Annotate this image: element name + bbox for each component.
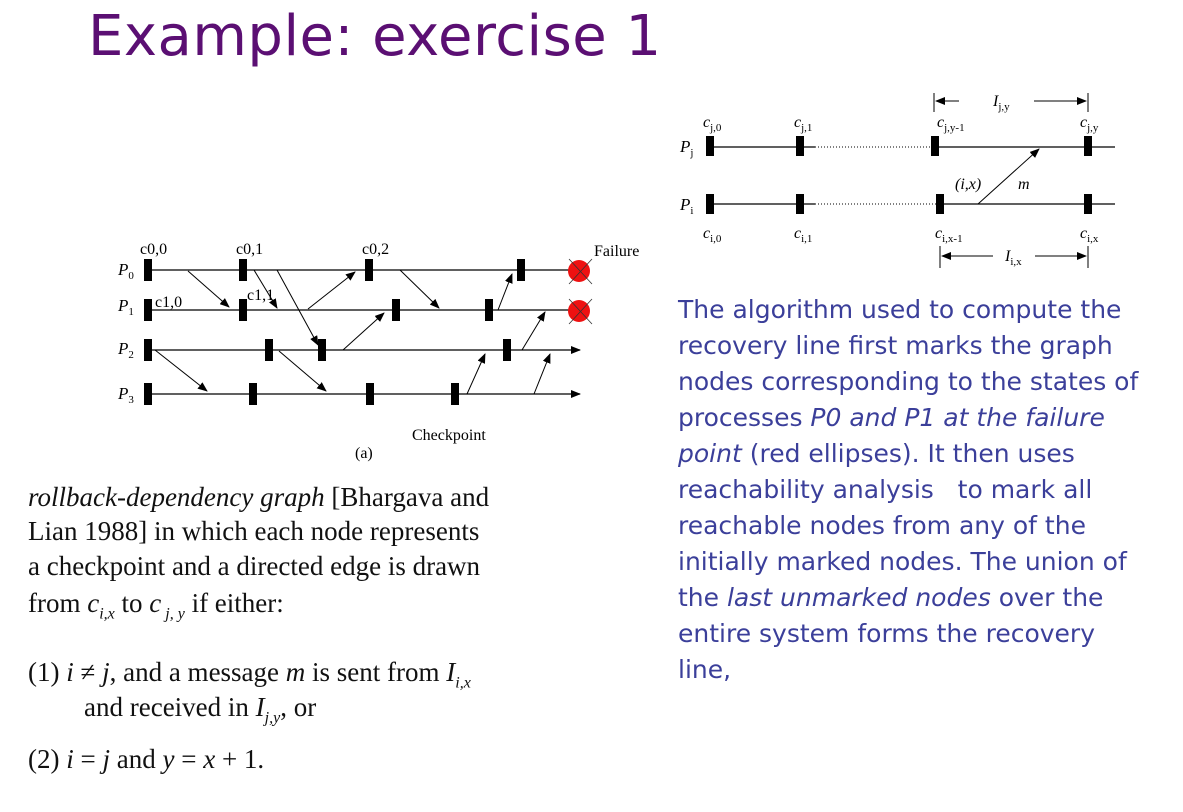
- checkpoint-p0-4: [517, 259, 525, 281]
- process-label-pi: Pi: [679, 195, 693, 217]
- checkpoint-cjy1: [931, 136, 939, 156]
- algorithm-description: The algorithm used to compute the recove…: [678, 292, 1178, 688]
- checkpoint-p2-4: [503, 339, 511, 361]
- message-m-arrow: [977, 148, 1040, 205]
- message-arrow: [497, 273, 513, 311]
- checkpoint-p2-3: [318, 339, 326, 361]
- definition-line-1: rollback-dependency graph [Bhargava and: [28, 482, 490, 512]
- interval-top-label: Ij,y: [992, 93, 1010, 113]
- checkpoint-p2-1: [144, 339, 152, 361]
- checkpoint-p3-3: [366, 383, 374, 405]
- message-arrow: [399, 269, 440, 309]
- checkpoint-p1-3: [392, 299, 400, 321]
- algo-line: point (red ellipses). It then uses: [678, 439, 1075, 468]
- interval-bottom-label: Ii,x: [1004, 248, 1022, 268]
- diagram-a-caption: (a): [355, 445, 373, 462]
- label-cjy1: cj,y-1: [937, 114, 965, 134]
- checkpoint-c10: [144, 299, 152, 321]
- process-label-pj: Pj: [679, 137, 693, 159]
- checkpoint-p3-1: [144, 383, 152, 405]
- label-c01: c0,1: [236, 241, 263, 258]
- algo-line: The algorithm used to compute the: [678, 295, 1122, 324]
- message-ix-label: (i,x): [955, 176, 981, 193]
- diagram-b: Ij,y cj,0 cj,1 cj,y-1 cj,y Pj (i,x) m Pi…: [679, 93, 1115, 268]
- message-arrow: [187, 270, 230, 308]
- definition-line-3: a checkpoint and a directed edge is draw…: [28, 551, 481, 581]
- message-arrow: [533, 353, 551, 395]
- message-arrow: [342, 312, 385, 351]
- label-cj1: cj,1: [794, 114, 812, 134]
- checkpoint-c02: [365, 259, 373, 281]
- algo-line: line,: [678, 655, 732, 684]
- label-ci0: ci,0: [703, 225, 722, 245]
- label-c02: c0,2: [362, 241, 389, 258]
- algo-line: initially marked nodes. The union of: [678, 547, 1127, 576]
- slide-title: Example: exercise 1: [88, 4, 662, 69]
- message-arrow: [521, 311, 546, 351]
- checkpoint-cix1: [936, 194, 944, 214]
- algo-line: the last unmarked nodes over the: [678, 583, 1104, 612]
- process-label-p0: P0: [117, 260, 134, 282]
- process-label-p2: P2: [117, 339, 134, 361]
- checkpoint-cj0: [706, 136, 714, 156]
- checkpoint-ci1: [796, 194, 804, 214]
- message-arrow: [307, 271, 356, 310]
- failure-label: Failure: [594, 243, 639, 260]
- condition-1-cont: and received in Ij,y, or: [84, 692, 317, 727]
- definition-line-2: Lian 1988] in which each node represents: [28, 516, 480, 546]
- algo-line: reachable nodes from any of the: [678, 511, 1086, 540]
- label-cjy: cj,y: [1080, 114, 1099, 134]
- message-arrow: [466, 353, 486, 395]
- algo-line: processes P0 and P1 at the failure: [678, 403, 1105, 432]
- checkpoint-p3-2: [249, 383, 257, 405]
- condition-2: (2) i = j and y = x + 1.: [28, 744, 265, 774]
- checkpoint-ci0: [706, 194, 714, 214]
- checkpoint-cj1: [796, 136, 804, 156]
- message-m-label: m: [1018, 176, 1030, 193]
- definition-line-4: from ci,x to c j, y if either:: [28, 588, 284, 623]
- algo-line: recovery line first marks the graph: [678, 331, 1113, 360]
- label-c10: c1,0: [155, 294, 182, 311]
- checkpoint-p1-4: [485, 299, 493, 321]
- label-cix: ci,x: [1080, 225, 1099, 245]
- checkpoint-p2-2: [265, 339, 273, 361]
- label-c00: c0,0: [140, 241, 167, 258]
- algo-line: entire system forms the recovery: [678, 619, 1095, 648]
- label-c11: c1,1: [247, 287, 274, 304]
- checkpoint-caption: Checkpoint: [412, 427, 486, 444]
- checkpoint-c11: [239, 299, 247, 321]
- message-arrow: [154, 349, 208, 392]
- process-label-p1: P1: [117, 296, 134, 318]
- label-cj0: cj,0: [703, 114, 722, 134]
- algo-line: reachability analysis to mark all: [678, 475, 1093, 504]
- checkpoint-cjy: [1084, 136, 1092, 156]
- message-arrow: [276, 269, 319, 346]
- label-ci1: ci,1: [794, 225, 812, 245]
- process-label-p3: P3: [117, 384, 134, 406]
- checkpoint-c01: [239, 259, 247, 281]
- checkpoint-c00: [144, 259, 152, 281]
- diagram-a: P0 P1 P2 P3 c0,0 c0,1 c0,2 c1,0 c1,1 Fai…: [117, 241, 639, 462]
- algo-line: nodes corresponding to the states of: [678, 367, 1139, 396]
- checkpoint-p3-4: [451, 383, 459, 405]
- checkpoint-cix: [1084, 194, 1092, 214]
- label-cix1: ci,x-1: [935, 225, 963, 245]
